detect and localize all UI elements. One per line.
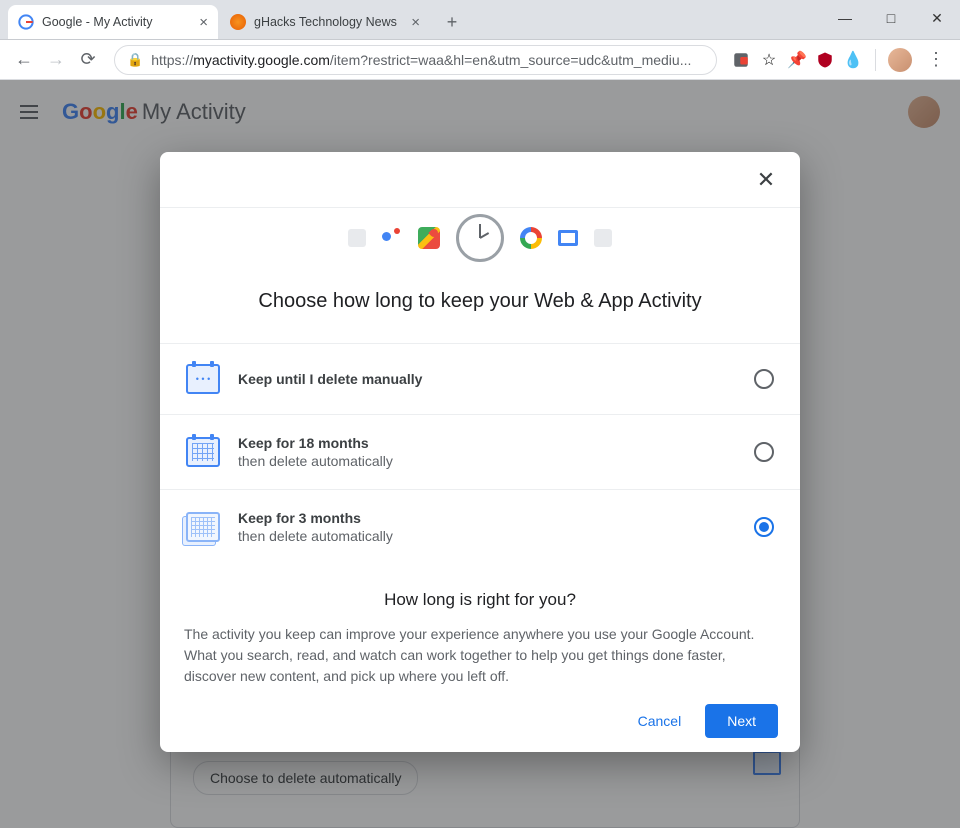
retention-dialog: ✕ Choose how long to keep your Web & App…	[160, 152, 800, 752]
url-scheme: https://	[151, 52, 193, 68]
ublock-icon[interactable]	[815, 50, 835, 70]
dialog-body-scroll[interactable]: Choose how long to keep your Web & App A…	[160, 208, 800, 690]
browser-menu-button[interactable]: ⋮	[920, 44, 952, 76]
nav-forward-button[interactable]: →	[40, 44, 72, 76]
info-title: How long is right for you?	[184, 590, 776, 610]
next-button[interactable]: Next	[705, 704, 778, 738]
product-icon-faded	[348, 229, 366, 247]
nav-back-button[interactable]: ←	[8, 44, 40, 76]
translate-icon[interactable]	[731, 50, 751, 70]
star-bookmark-icon[interactable]: ☆	[759, 50, 779, 70]
clock-icon	[456, 214, 504, 262]
option-text: Keep for 3 months then delete automatica…	[238, 510, 754, 544]
dialog-close-button[interactable]: ✕	[752, 166, 780, 194]
extension-pin-icon[interactable]: 📌	[787, 50, 807, 70]
tab-close-button[interactable]: ×	[199, 14, 208, 31]
calendar-grid-icon	[186, 437, 220, 467]
dialog-title: Choose how long to keep your Web & App A…	[180, 290, 780, 313]
tab-title: gHacks Technology News	[254, 15, 405, 29]
dialog-actions: Cancel Next	[160, 690, 800, 752]
option-keep-18-months[interactable]: Keep for 18 months then delete automatic…	[160, 414, 800, 489]
option-label: Keep for 3 months	[238, 510, 754, 526]
tab-strip: Google - My Activity × gHacks Technology…	[0, 0, 960, 40]
tab-inactive[interactable]: gHacks Technology News ×	[220, 5, 430, 39]
radio-unchecked-icon[interactable]	[754, 369, 774, 389]
news-icon	[558, 230, 578, 246]
address-bar[interactable]: 🔒 https://myactivity.google.com/item?res…	[114, 45, 717, 75]
window-minimize-button[interactable]: —	[822, 3, 868, 33]
info-body: The activity you keep can improve your e…	[184, 624, 776, 687]
ghacks-favicon-icon	[230, 14, 246, 30]
option-text: Keep for 18 months then delete automatic…	[238, 435, 754, 469]
tab-title: Google - My Activity	[42, 15, 193, 29]
toolbar-right: ☆ 📌 💧 ⋮	[731, 44, 952, 76]
info-section: How long is right for you? The activity …	[160, 564, 800, 690]
option-keep-manual[interactable]: Keep until I delete manually	[160, 343, 800, 414]
browser-toolbar: ← → ⟳ 🔒 https://myactivity.google.com/it…	[0, 40, 960, 80]
radio-unchecked-icon[interactable]	[754, 442, 774, 462]
google-g-icon	[520, 227, 542, 249]
dialog-header: ✕	[160, 152, 800, 208]
option-sublabel: then delete automatically	[238, 528, 754, 544]
nav-reload-button[interactable]: ⟳	[72, 44, 104, 76]
url-host: myactivity.google.com	[193, 52, 330, 68]
url-path: /item?restrict=waa&hl=en&utm_source=udc&…	[330, 52, 691, 68]
product-icon-row	[160, 214, 800, 262]
option-sublabel: then delete automatically	[238, 453, 754, 469]
window-controls: — □ ✕	[822, 0, 960, 36]
maps-icon	[418, 227, 440, 249]
radio-checked-icon[interactable]	[754, 517, 774, 537]
calendar-stack-icon	[186, 512, 220, 542]
google-favicon-icon	[18, 14, 34, 30]
toolbar-divider	[875, 49, 876, 71]
tab-close-button[interactable]: ×	[411, 14, 420, 31]
tab-active[interactable]: Google - My Activity ×	[8, 5, 218, 39]
calendar-dots-icon	[186, 364, 220, 394]
window-maximize-button[interactable]: □	[868, 3, 914, 33]
profile-avatar-icon[interactable]	[888, 48, 912, 72]
lock-icon: 🔒	[127, 52, 143, 68]
option-text: Keep until I delete manually	[238, 371, 754, 387]
window-close-button[interactable]: ✕	[914, 3, 960, 33]
product-icon-faded	[594, 229, 612, 247]
extension-drop-icon[interactable]: 💧	[843, 50, 863, 70]
assistant-icon	[382, 228, 402, 248]
new-tab-button[interactable]: +	[438, 8, 466, 36]
option-label: Keep until I delete manually	[238, 371, 754, 387]
cancel-button[interactable]: Cancel	[628, 705, 692, 737]
option-keep-3-months[interactable]: Keep for 3 months then delete automatica…	[160, 489, 800, 564]
option-label: Keep for 18 months	[238, 435, 754, 451]
